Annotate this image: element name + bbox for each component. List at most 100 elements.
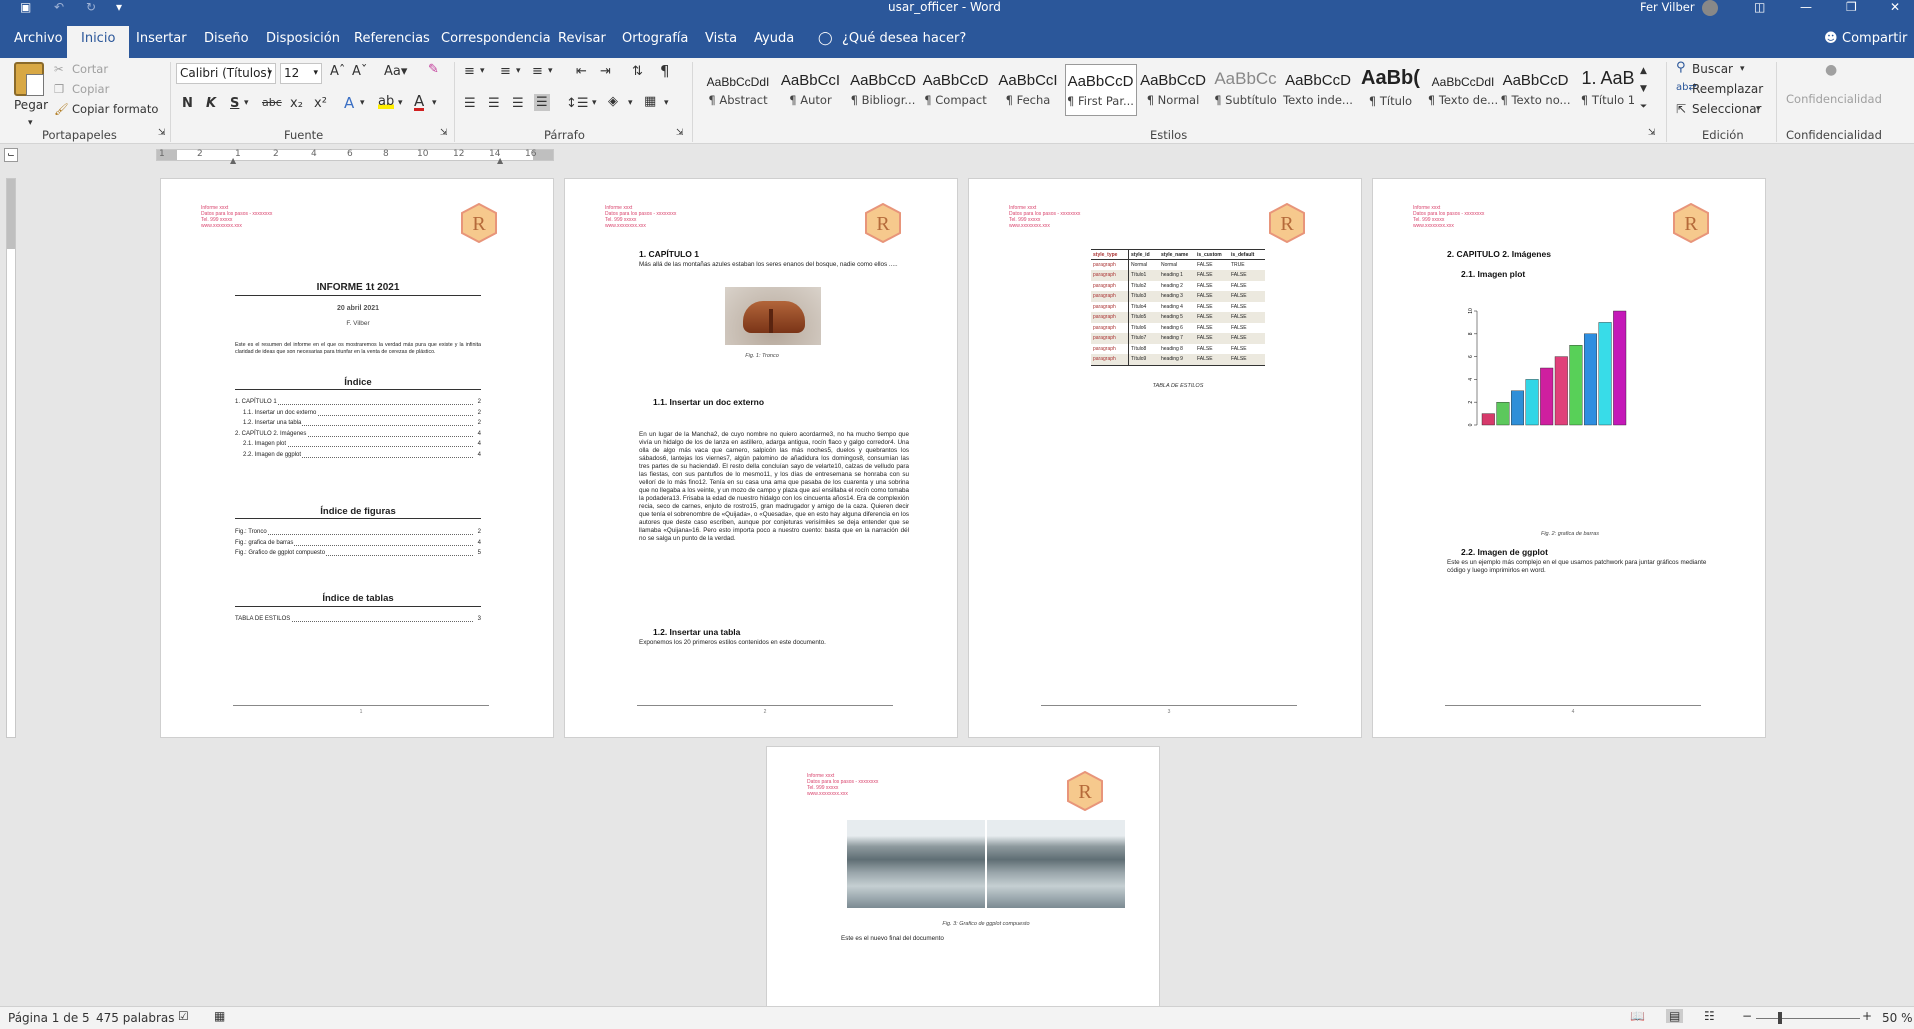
change-case-icon[interactable]: Aa▾ [384, 64, 407, 79]
zoom-slider[interactable] [1756, 1018, 1860, 1019]
chevron-down-icon[interactable]: ▾ [548, 66, 553, 76]
style-item[interactable]: AaBbCcDdI ¶ Texto de... [1427, 64, 1499, 116]
toc-entry[interactable]: 2.1. Imagen plot 4 [243, 441, 481, 447]
proofing-icon[interactable]: ☑ [178, 1009, 189, 1023]
superscript-button[interactable]: x² [314, 96, 327, 111]
style-item[interactable]: AaBbCcD Texto inde... [1282, 64, 1354, 116]
tab-correspondencia[interactable]: Correspondencia [433, 26, 559, 58]
right-indent-marker-icon[interactable]: ▲ [497, 156, 503, 165]
bullets-icon[interactable]: ≡ [464, 64, 475, 79]
tell-me-box[interactable]: ¿Qué desea hacer? [834, 26, 974, 58]
toc-entry[interactable]: TABLA DE ESTILOS 3 [235, 616, 481, 622]
justify-icon[interactable]: ☰ [534, 94, 550, 111]
chevron-down-icon[interactable]: ▾ [480, 66, 485, 76]
maximize-icon[interactable]: ❐ [1846, 0, 1857, 16]
print-layout-icon[interactable]: ▤ [1666, 1009, 1684, 1023]
confidentiality-button[interactable]: Confidencialidad [1786, 92, 1882, 106]
paste-button[interactable]: Pegar [14, 98, 48, 112]
gallery-more-icon[interactable]: ⏷ [1640, 102, 1647, 112]
style-item[interactable]: 1. AaB ¶ Título 1 [1572, 64, 1644, 116]
indent-marker-icon[interactable]: ▲ [230, 156, 236, 165]
word-count[interactable]: 475 palabras [96, 1011, 175, 1025]
ribbon-display-icon[interactable]: ◫ [1754, 0, 1765, 16]
clipboard-launcher-icon[interactable]: ⇲ [158, 128, 166, 138]
format-painter-button[interactable]: Copiar formato [72, 102, 158, 116]
show-marks-icon[interactable]: ¶ [660, 62, 670, 80]
redo-icon[interactable]: ↻ [86, 0, 96, 16]
document-page-3[interactable]: Informe xxxt Datos para los pasos - xxxx… [968, 178, 1362, 738]
chevron-down-icon[interactable]: ▾ [432, 98, 437, 108]
paste-dropdown-icon[interactable]: ▾ [28, 118, 33, 128]
toc-entry[interactable]: 2. CAPÍTULO 2. Imágenes 4 [235, 430, 481, 437]
align-right-icon[interactable]: ☰ [512, 96, 524, 111]
vertical-ruler[interactable] [6, 178, 16, 738]
minimize-icon[interactable]: — [1800, 0, 1812, 16]
undo-icon[interactable]: ↶ [54, 0, 64, 16]
find-button[interactable]: Buscar [1692, 62, 1733, 76]
sort-icon[interactable]: ⇅ [632, 64, 643, 79]
zoom-out-icon[interactable]: − [1742, 1009, 1752, 1023]
style-item[interactable]: AaBb(¶ Título [1355, 64, 1427, 116]
document-page-1[interactable]: Informe xxxt Datos para los pasos - xxxx… [160, 178, 554, 738]
chevron-down-icon[interactable]: ▾ [398, 98, 403, 108]
line-spacing-icon[interactable]: ↕☰ [566, 96, 589, 111]
style-item[interactable]: AaBbCcD ¶ First Par... [1064, 64, 1137, 116]
increase-indent-icon[interactable]: ⇥ [600, 64, 611, 79]
toc-entry[interactable]: Fig.: Grafico de ggplot compuesto 5 [235, 550, 481, 556]
font-size-box[interactable]: 12 ▾ [280, 63, 322, 84]
tab-archivo[interactable]: Archivo [6, 26, 71, 58]
toc-entry[interactable]: 2.2. Imagen de ggplot 4 [243, 451, 481, 458]
close-icon[interactable]: ✕ [1890, 0, 1900, 16]
multilevel-list-icon[interactable]: ≡ [532, 64, 543, 79]
highlight-icon[interactable]: ab [378, 94, 395, 109]
style-item[interactable]: AaBbCcD ¶ Compact [920, 64, 992, 116]
gallery-down-icon[interactable]: ▼ [1640, 84, 1647, 94]
share-button[interactable]: Compartir [1834, 26, 1914, 58]
underline-button[interactable]: S [230, 96, 239, 111]
read-mode-icon[interactable]: 📖 [1630, 1009, 1645, 1023]
chevron-down-icon[interactable]: ▾ [516, 66, 521, 76]
font-name-box[interactable]: Calibri (Títulos) ▾ [176, 63, 276, 84]
tab-disposicion[interactable]: Disposición [258, 26, 348, 58]
style-item[interactable]: AaBbCc ¶ Subtítulo [1210, 64, 1282, 116]
toc-entry[interactable]: 1.1. Insertar un doc externo 2 [243, 409, 481, 416]
zoom-slider-handle[interactable] [1778, 1012, 1782, 1024]
bold-button[interactable]: N [182, 96, 193, 111]
cut-button[interactable]: Cortar [72, 62, 108, 76]
toc-entry[interactable]: 1.2. Insertar una tabla 2 [243, 420, 481, 426]
style-item[interactable]: AaBbCcD ¶ Normal [1137, 64, 1209, 116]
chevron-down-icon[interactable]: ▾ [664, 98, 669, 108]
tab-insertar[interactable]: Insertar [128, 26, 195, 58]
tab-ayuda[interactable]: Ayuda [746, 26, 802, 58]
subscript-button[interactable]: x₂ [290, 96, 303, 111]
page-count[interactable]: Página 1 de 5 [8, 1011, 90, 1025]
tab-diseno[interactable]: Diseño [196, 26, 257, 58]
tab-referencias[interactable]: Referencias [346, 26, 438, 58]
chevron-down-icon[interactable]: ▾ [1740, 64, 1745, 74]
style-item[interactable]: AaBbCcI ¶ Autor [775, 64, 847, 116]
tab-revisar[interactable]: Revisar [550, 26, 614, 58]
italic-button[interactable]: K [206, 96, 216, 111]
gallery-up-icon[interactable]: ▲ [1640, 66, 1647, 76]
zoom-in-icon[interactable]: + [1862, 1009, 1872, 1023]
strikethrough-button[interactable]: abc [262, 96, 282, 109]
toc-entry[interactable]: Fig.: Tronco 2 [235, 529, 481, 535]
shading-icon[interactable]: ◈ [608, 94, 618, 109]
font-color-icon[interactable]: A [414, 94, 425, 111]
text-effects-icon[interactable]: A [344, 94, 354, 112]
grow-font-icon[interactable]: Aˆ [330, 64, 345, 79]
select-button[interactable]: Seleccionar [1692, 102, 1761, 116]
shrink-font-icon[interactable]: Aˇ [352, 64, 367, 79]
paragraph-launcher-icon[interactable]: ⇲ [676, 128, 684, 138]
document-page-5[interactable]: Informe xxxt Datos para los pasos - xxxx… [766, 746, 1160, 1008]
tab-inicio[interactable]: Inicio [67, 26, 130, 58]
chevron-down-icon[interactable]: ▾ [1756, 104, 1761, 114]
avatar[interactable] [1702, 0, 1718, 16]
zoom-level[interactable]: 50 % [1882, 1011, 1913, 1025]
numbering-icon[interactable]: ≡ [500, 64, 511, 79]
save-icon[interactable]: ▣ [20, 0, 31, 16]
clear-format-icon[interactable]: ✎ [428, 62, 439, 77]
ruler-toggle[interactable]: ⌙ [4, 148, 18, 162]
macro-icon[interactable]: ▦ [214, 1009, 225, 1023]
style-item[interactable]: AaBbCcI ¶ Fecha [992, 64, 1064, 116]
